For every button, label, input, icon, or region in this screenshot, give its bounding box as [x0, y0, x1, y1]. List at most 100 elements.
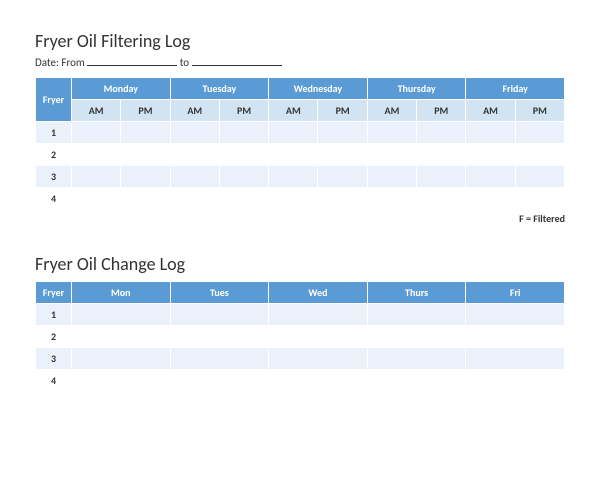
filtering-am-header: AM	[170, 100, 219, 122]
filtering-row-label: 2	[36, 144, 72, 166]
change-cell[interactable]	[367, 304, 466, 326]
change-table: Fryer Mon Tues Wed Thurs Fri 1 2 3 4	[35, 281, 565, 392]
date-prefix: Date: From	[35, 56, 85, 69]
change-cell[interactable]	[466, 370, 565, 392]
change-cell[interactable]	[269, 370, 368, 392]
filtering-title: Fryer Oil Filtering Log	[35, 30, 565, 52]
change-cell[interactable]	[466, 348, 565, 370]
change-row-label: 3	[36, 348, 72, 370]
table-row: 4	[36, 188, 565, 210]
filtering-cell[interactable]	[367, 144, 416, 166]
filtering-cell[interactable]	[72, 144, 121, 166]
change-cell[interactable]	[170, 348, 269, 370]
filtering-cell[interactable]	[466, 144, 515, 166]
filtering-cell[interactable]	[72, 188, 121, 210]
change-day-header: Wed	[269, 282, 368, 304]
date-from-blank[interactable]	[87, 56, 177, 66]
filtering-pm-header: PM	[219, 100, 268, 122]
table-row: 3	[36, 348, 565, 370]
filtering-cell[interactable]	[417, 144, 466, 166]
change-cell[interactable]	[367, 370, 466, 392]
change-cell[interactable]	[269, 304, 368, 326]
filtering-cell[interactable]	[219, 188, 268, 210]
filtering-day-header: Friday	[466, 78, 565, 100]
filtering-pm-header: PM	[515, 100, 564, 122]
change-fryer-header: Fryer	[36, 282, 72, 304]
date-mid: to	[180, 56, 189, 69]
change-title: Fryer Oil Change Log	[35, 253, 565, 275]
filtering-pm-header: PM	[121, 100, 170, 122]
filtering-cell[interactable]	[466, 166, 515, 188]
change-cell[interactable]	[72, 348, 171, 370]
filtering-cell[interactable]	[269, 166, 318, 188]
table-row: 1	[36, 122, 565, 144]
filtering-cell[interactable]	[466, 188, 515, 210]
filtering-row-label: 3	[36, 166, 72, 188]
filtering-cell[interactable]	[170, 122, 219, 144]
filtering-cell[interactable]	[72, 122, 121, 144]
filtering-cell[interactable]	[367, 188, 416, 210]
filtering-cell[interactable]	[367, 166, 416, 188]
filtering-am-header: AM	[72, 100, 121, 122]
change-cell[interactable]	[367, 348, 466, 370]
filtering-cell[interactable]	[219, 166, 268, 188]
filtering-cell[interactable]	[417, 122, 466, 144]
change-cell[interactable]	[466, 304, 565, 326]
table-row: 2	[36, 326, 565, 348]
filtering-cell[interactable]	[170, 188, 219, 210]
filtering-cell[interactable]	[515, 144, 564, 166]
change-day-header: Tues	[170, 282, 269, 304]
filtering-cell[interactable]	[170, 144, 219, 166]
change-day-header: Fri	[466, 282, 565, 304]
filtering-cell[interactable]	[515, 122, 564, 144]
table-row: 3	[36, 166, 565, 188]
filtering-row-label: 1	[36, 122, 72, 144]
change-cell[interactable]	[269, 348, 368, 370]
change-cell[interactable]	[170, 304, 269, 326]
change-cell[interactable]	[72, 370, 171, 392]
filtering-cell[interactable]	[121, 166, 170, 188]
filtering-cell[interactable]	[121, 144, 170, 166]
filtering-table: Fryer Monday Tuesday Wednesday Thursday …	[35, 77, 565, 210]
filtering-cell[interactable]	[318, 122, 367, 144]
filtering-cell[interactable]	[515, 166, 564, 188]
table-row: 2	[36, 144, 565, 166]
change-cell[interactable]	[466, 326, 565, 348]
change-cell[interactable]	[72, 304, 171, 326]
filtering-cell[interactable]	[219, 144, 268, 166]
filtering-cell[interactable]	[269, 122, 318, 144]
filtering-cell[interactable]	[515, 188, 564, 210]
filtering-cell[interactable]	[121, 122, 170, 144]
filtering-cell[interactable]	[417, 188, 466, 210]
filtering-day-header: Monday	[72, 78, 171, 100]
filtering-cell[interactable]	[466, 122, 515, 144]
filtering-cell[interactable]	[219, 122, 268, 144]
filtering-legend: F = Filtered	[35, 212, 565, 225]
filtering-cell[interactable]	[318, 166, 367, 188]
filtering-cell[interactable]	[417, 166, 466, 188]
change-cell[interactable]	[269, 326, 368, 348]
table-row: 4	[36, 370, 565, 392]
filtering-cell[interactable]	[318, 188, 367, 210]
filtering-cell[interactable]	[367, 122, 416, 144]
filtering-pm-header: PM	[318, 100, 367, 122]
filtering-cell[interactable]	[72, 166, 121, 188]
filtering-am-header: AM	[367, 100, 416, 122]
filtering-cell[interactable]	[170, 166, 219, 188]
filtering-cell[interactable]	[269, 144, 318, 166]
change-cell[interactable]	[170, 370, 269, 392]
change-row-label: 4	[36, 370, 72, 392]
filtering-fryer-header: Fryer	[36, 78, 72, 122]
filtering-cell[interactable]	[318, 144, 367, 166]
change-cell[interactable]	[170, 326, 269, 348]
change-row-label: 2	[36, 326, 72, 348]
change-day-header: Mon	[72, 282, 171, 304]
change-cell[interactable]	[367, 326, 466, 348]
filtering-cell[interactable]	[121, 188, 170, 210]
filtering-cell[interactable]	[269, 188, 318, 210]
change-cell[interactable]	[72, 326, 171, 348]
date-range-line: Date: From to	[35, 56, 565, 69]
date-to-blank[interactable]	[192, 56, 282, 66]
filtering-am-header: AM	[466, 100, 515, 122]
change-day-header: Thurs	[367, 282, 466, 304]
